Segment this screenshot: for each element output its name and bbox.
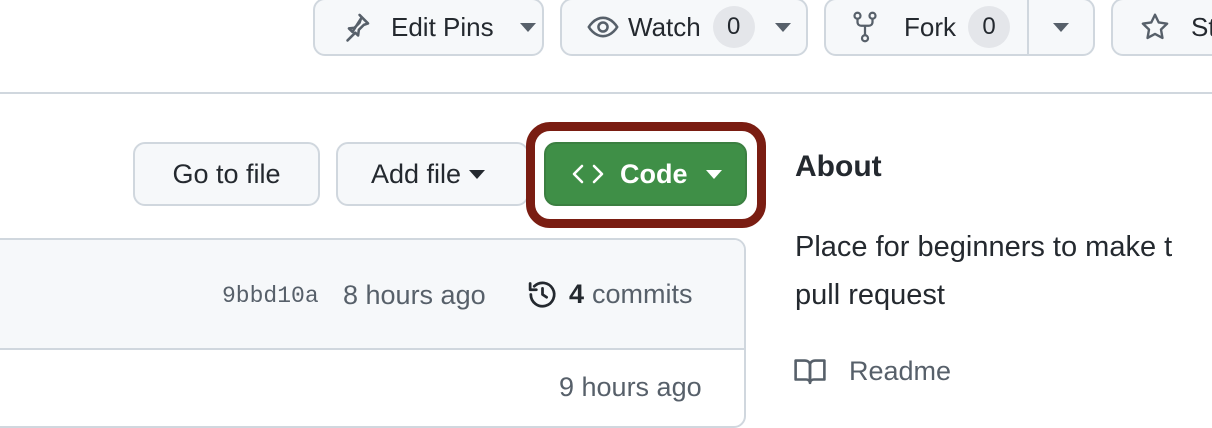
edit-pins-label: Edit Pins [391,11,494,42]
chevron-down-icon [469,169,486,179]
star-button[interactable]: St [1111,0,1212,56]
fork-label: Fork [904,11,956,42]
go-to-file-button[interactable]: Go to file [133,142,320,206]
star-icon [1139,11,1171,43]
header-divider [0,92,1212,94]
eye-icon [586,10,620,44]
commits-count: 4 [569,279,585,309]
fork-count: 0 [968,6,1010,48]
fork-dropdown-button[interactable] [1027,0,1095,56]
history-icon [526,278,559,311]
about-description-line1: Place for beginners to make t [795,231,1173,263]
readme-link[interactable]: Readme [793,355,951,387]
chevron-down-icon [774,22,791,32]
chevron-down-icon [705,169,722,179]
add-file-label: Add file [371,158,462,189]
chevron-down-icon [1053,22,1069,32]
go-to-file-label: Go to file [172,158,281,189]
watch-label: Watch [628,11,701,42]
code-button[interactable]: Code [544,142,747,206]
code-icon [572,162,604,186]
edit-pins-button[interactable]: Edit Pins [313,0,544,56]
add-file-button[interactable]: Add file [336,142,529,206]
about-heading: About [795,150,882,183]
commit-time: 8 hours ago [343,280,486,310]
readme-label: Readme [849,355,952,386]
commit-hash[interactable]: 9bbd10a [222,283,319,309]
book-icon [793,355,827,387]
file-row-time: 9 hours ago [559,372,702,402]
watch-count: 0 [712,6,755,48]
commits-label: commits [592,279,693,309]
chevron-down-icon [519,22,536,32]
fork-icon [850,10,880,44]
watch-button[interactable]: Watch 0 [560,0,808,56]
fork-button[interactable]: Fork 0 [824,0,1029,56]
pin-icon [339,10,373,44]
star-label: St [1191,11,1212,42]
commits-link[interactable]: 4 commits [526,278,693,311]
code-label: Code [620,158,688,189]
about-description-line2: pull request [795,279,945,311]
